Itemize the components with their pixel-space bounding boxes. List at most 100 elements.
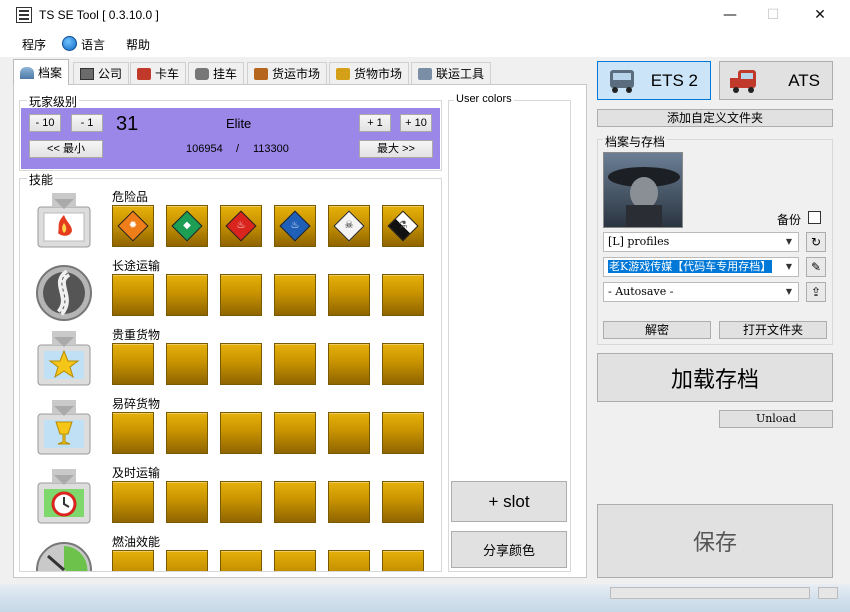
- tab-label: 档案: [38, 66, 63, 80]
- skill-slot[interactable]: [112, 412, 154, 454]
- adr-slot-water-reactive[interactable]: ♨: [274, 205, 316, 247]
- skill-slot[interactable]: [382, 274, 424, 316]
- tab-trailer[interactable]: 挂车: [188, 62, 245, 84]
- save-button[interactable]: 保存: [597, 504, 833, 578]
- chevron-down-icon: ▼: [785, 262, 793, 271]
- refresh-icon[interactable]: ↻: [806, 232, 826, 252]
- cargo-icon: [336, 67, 350, 80]
- company-icon: [80, 67, 94, 80]
- skill-slot[interactable]: [166, 550, 208, 571]
- skill-slot[interactable]: [382, 412, 424, 454]
- skill-slot[interactable]: [274, 550, 316, 571]
- ets2-button[interactable]: ETS 2: [597, 61, 711, 100]
- skill-slot[interactable]: [328, 343, 370, 385]
- upload-icon[interactable]: ⇪: [806, 282, 826, 302]
- skill-slot[interactable]: [382, 550, 424, 571]
- skill-slot[interactable]: [328, 274, 370, 316]
- level-minus1-button[interactable]: - 1: [71, 114, 103, 132]
- decrypt-button[interactable]: 解密: [603, 321, 711, 339]
- tab-convoy-tools[interactable]: 联运工具: [411, 62, 492, 84]
- adr-slot-corrosive[interactable]: ⚗: [382, 205, 424, 247]
- ats-button[interactable]: ATS: [719, 61, 833, 100]
- status-indicator: [818, 587, 838, 599]
- tab-freight-market[interactable]: 货运市场: [247, 62, 328, 84]
- skill-slot[interactable]: [382, 343, 424, 385]
- profile-icon: [20, 66, 34, 79]
- open-folder-button[interactable]: 打开文件夹: [719, 321, 827, 339]
- tab-truck[interactable]: 卡车: [130, 62, 187, 84]
- skill-slot[interactable]: [112, 550, 154, 571]
- progress-bar: [610, 587, 810, 599]
- avatar-image: [608, 167, 680, 227]
- tab-label: 货物市场: [354, 67, 403, 81]
- level-value: 31: [116, 113, 139, 135]
- load-save-button[interactable]: 加载存档: [597, 353, 833, 402]
- skill-slot[interactable]: [274, 481, 316, 523]
- skill-slot[interactable]: [166, 412, 208, 454]
- profile-avatar: [603, 152, 683, 228]
- save-select[interactable]: - Autosave - ▼: [603, 282, 799, 302]
- skill-slot[interactable]: [166, 343, 208, 385]
- skill-slot[interactable]: [274, 274, 316, 316]
- skill-slot[interactable]: [112, 343, 154, 385]
- skill-slot[interactable]: [112, 274, 154, 316]
- tab-label: 卡车: [155, 67, 180, 81]
- skill-label-long-distance: 长途运输: [112, 259, 161, 273]
- adr-slot-flammable[interactable]: ♨: [220, 205, 262, 247]
- edit-icon[interactable]: ✎: [806, 257, 826, 277]
- skill-slot[interactable]: [382, 481, 424, 523]
- skill-label-high-value: 贵重货物: [112, 328, 161, 342]
- skill-slot[interactable]: [274, 343, 316, 385]
- maximize-button[interactable]: ☐: [750, 0, 796, 31]
- tab-cargo-market[interactable]: 货物市场: [329, 62, 410, 84]
- adr-slot-gas[interactable]: ◆: [166, 205, 208, 247]
- level-plus10-button[interactable]: + 10: [400, 114, 432, 132]
- share-colors-button[interactable]: 分享颜色: [451, 531, 567, 568]
- skill-slot[interactable]: [166, 481, 208, 523]
- skill-slot[interactable]: [328, 412, 370, 454]
- adr-slot-toxic[interactable]: ☠: [328, 205, 370, 247]
- add-slot-button[interactable]: + slot: [451, 481, 567, 522]
- fuel-efficiency-skill-icon: [36, 542, 92, 571]
- tab-label: 公司: [98, 67, 123, 81]
- skill-label-just-in-time: 及时运输: [112, 466, 161, 480]
- title-bar: TS SE Tool [ 0.3.10.0 ] — ☐ ✕: [0, 0, 850, 31]
- menu-help[interactable]: 帮助: [126, 36, 150, 53]
- minimize-button[interactable]: —: [707, 0, 753, 31]
- skill-slot[interactable]: [112, 481, 154, 523]
- xp-next: 113300: [253, 143, 289, 155]
- level-max-button[interactable]: 最大 >>: [359, 140, 433, 158]
- unload-button[interactable]: Unload: [719, 410, 833, 428]
- ets2-truck-icon: [610, 70, 634, 93]
- backup-label: 备份: [777, 213, 802, 227]
- chevron-down-icon: ▼: [785, 237, 793, 246]
- add-custom-folder-button[interactable]: 添加自定义文件夹: [597, 109, 833, 127]
- level-min-button[interactable]: << 最小: [29, 140, 103, 158]
- profile-select[interactable]: 老K游戏传媒【代码车专用存档】 ▼: [603, 257, 799, 277]
- skill-slot[interactable]: [220, 550, 262, 571]
- level-rank: Elite: [226, 116, 252, 131]
- tab-label: 货运市场: [272, 67, 321, 81]
- level-minus10-button[interactable]: - 10: [29, 114, 61, 132]
- skill-slot[interactable]: [166, 274, 208, 316]
- adr-slot-explosives[interactable]: ✹: [112, 205, 154, 247]
- skill-slot[interactable]: [220, 481, 262, 523]
- skill-slot[interactable]: [328, 481, 370, 523]
- close-button[interactable]: ✕: [797, 0, 843, 31]
- backup-checkbox[interactable]: [808, 211, 821, 224]
- convoy-icon: [418, 67, 432, 80]
- skill-slot[interactable]: [220, 412, 262, 454]
- menu-language[interactable]: 语言: [81, 36, 105, 53]
- skill-slot[interactable]: [274, 412, 316, 454]
- skill-slot[interactable]: [328, 550, 370, 571]
- tab-company[interactable]: 公司: [73, 62, 130, 84]
- profile-folder-select[interactable]: [L] profiles ▼: [603, 232, 799, 252]
- skill-slot[interactable]: [220, 343, 262, 385]
- menu-program[interactable]: 程序: [22, 36, 46, 53]
- tab-profile[interactable]: 档案: [13, 59, 70, 85]
- skill-slot[interactable]: [220, 274, 262, 316]
- adr-skill-icon: [37, 193, 91, 248]
- profiles-label: 档案与存档: [603, 133, 668, 150]
- just-in-time-skill-icon: [37, 469, 91, 524]
- level-plus1-button[interactable]: + 1: [359, 114, 391, 132]
